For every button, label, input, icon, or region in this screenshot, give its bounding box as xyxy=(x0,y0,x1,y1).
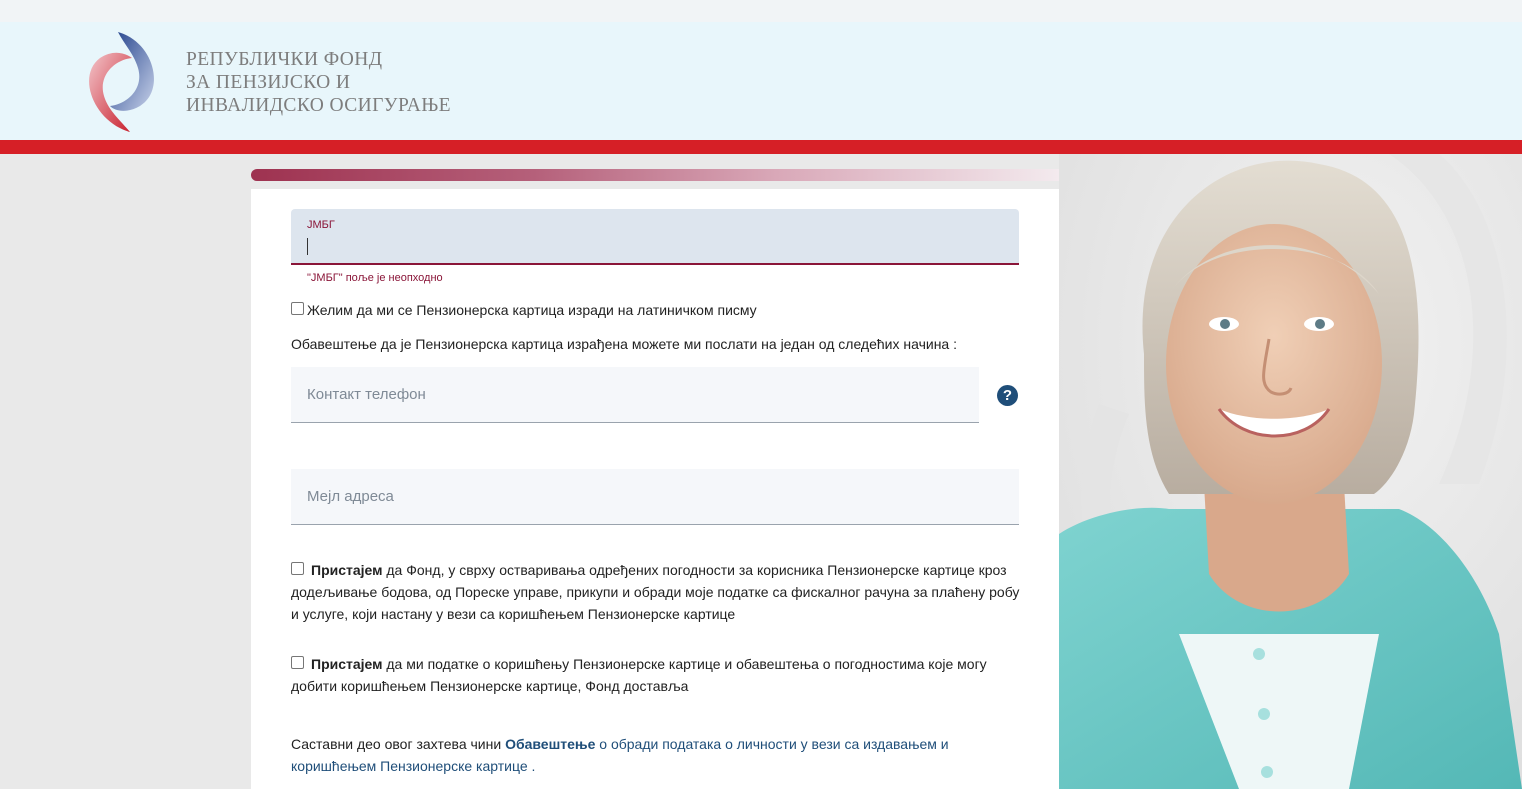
consent-notifications-bold: Пристајем xyxy=(311,656,383,672)
consent-fiscal-data-body: да Фонд, у сврху остваривања одређених п… xyxy=(291,562,1020,622)
phone-input[interactable]: Контакт телефон xyxy=(291,367,979,423)
consent-notifications-text[interactable]: Пристајем да ми податке о коришћењу Пенз… xyxy=(291,653,1021,697)
header-red-bar xyxy=(0,140,1522,154)
help-icon[interactable]: ? xyxy=(997,385,1018,406)
section-gradient-bar xyxy=(251,169,1059,181)
consent-notifications-body: да ми податке о коришћењу Пензионерске к… xyxy=(291,656,987,694)
senior-woman-photo xyxy=(1059,154,1522,789)
phone-placeholder: Контакт телефон xyxy=(307,386,426,403)
org-name-line1: РЕПУБЛИЧКИ ФОНД xyxy=(186,49,383,70)
privacy-notice-suffix: . xyxy=(527,758,536,774)
jmbg-input[interactable]: ЈМБГ xyxy=(291,209,1019,265)
jmbg-error-message: "ЈМБГ" поље је неопходно xyxy=(307,272,443,284)
org-name-line3: ИНВАЛИДСКО ОСИГУРАЊЕ xyxy=(186,95,451,116)
notification-instructions: Обавештење да је Пензионерска картица из… xyxy=(291,336,957,352)
organization-name: РЕПУБЛИЧКИ ФОНД ЗА ПЕНЗИЈСКО И ИНВАЛИДСК… xyxy=(186,48,451,117)
jmbg-label: ЈМБГ xyxy=(307,219,335,231)
text-cursor xyxy=(307,238,308,255)
org-name-line2: ЗА ПЕНЗИЈСКО И xyxy=(186,72,351,93)
consent-fiscal-data-bold: Пристајем xyxy=(311,562,383,578)
privacy-notice-text: Саставни део овог захтева чини Обавештењ… xyxy=(291,733,1021,777)
email-placeholder: Мејл адреса xyxy=(307,488,394,505)
privacy-notice-link[interactable]: Обавештење xyxy=(505,736,595,752)
privacy-notice-prefix: Саставни део овог захтева чини xyxy=(291,736,506,752)
consent-fiscal-data-text[interactable]: Пристајем да Фонд, у сврху остваривања о… xyxy=(291,559,1021,625)
latin-script-label[interactable]: Желим да ми се Пензионерска картица изра… xyxy=(307,302,757,318)
latin-script-checkbox[interactable] xyxy=(291,302,304,315)
top-strip xyxy=(0,0,1522,22)
email-input[interactable]: Мејл адреса xyxy=(291,469,1019,525)
pio-fund-logo[interactable] xyxy=(80,30,162,134)
